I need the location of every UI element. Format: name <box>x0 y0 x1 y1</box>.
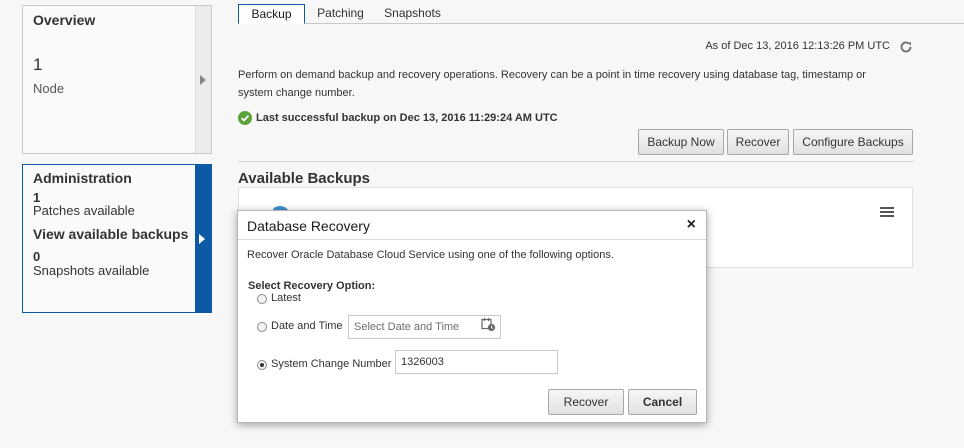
chevron-right-icon <box>199 233 205 244</box>
database-recovery-dialog: Database Recovery × Recover Oracle Datab… <box>237 210 707 423</box>
chevron-right-icon <box>200 74 206 85</box>
tab-backup[interactable]: Backup <box>238 4 305 24</box>
radio-date-time-label[interactable]: Date and Time <box>271 320 343 332</box>
radio-scn-label[interactable]: System Change Number <box>271 358 391 370</box>
recover-button[interactable]: Recover <box>548 389 624 415</box>
calendar-clock-icon[interactable] <box>481 317 496 332</box>
overview-expand-strip[interactable] <box>195 6 211 153</box>
radio-scn[interactable] <box>257 360 267 370</box>
dialog-title: Database Recovery <box>247 218 370 234</box>
backup-description: Perform on demand backup and recovery op… <box>238 69 866 99</box>
dialog-header: Database Recovery × <box>238 211 706 240</box>
recover-action-button[interactable]: Recover <box>727 129 789 155</box>
check-circle-icon <box>238 111 252 125</box>
dialog-intro: Recover Oracle Database Cloud Service us… <box>247 249 614 261</box>
overview-title: Overview <box>33 12 96 28</box>
refresh-icon[interactable] <box>899 40 913 54</box>
section-divider <box>238 161 913 162</box>
backup-now-button[interactable]: Backup Now <box>638 129 724 155</box>
last-backup-text: Last successful backup on Dec 13, 2016 1… <box>256 111 558 124</box>
tab-snapshots[interactable]: Snapshots <box>381 4 444 24</box>
administration-panel[interactable]: Administration 1 Patches available View … <box>22 164 212 313</box>
as-of-timestamp: As of Dec 13, 2016 12:13:26 PM UTC <box>705 40 890 52</box>
snapshots-label: Snapshots available <box>33 263 150 278</box>
node-label: Node <box>33 81 65 96</box>
tab-bar: Backup Patching Snapshots <box>238 4 964 24</box>
scn-input[interactable]: 1326003 <box>395 350 558 374</box>
administration-expand-strip[interactable] <box>195 165 211 312</box>
node-count: 1 <box>33 55 43 74</box>
last-backup-status: Last successful backup on Dec 13, 2016 1… <box>238 111 558 125</box>
configure-backups-button[interactable]: Configure Backups <box>793 129 913 155</box>
radio-latest-label[interactable]: Latest <box>271 292 301 304</box>
close-icon[interactable]: × <box>687 217 696 233</box>
available-backups-title: Available Backups <box>238 170 371 187</box>
cancel-button[interactable]: Cancel <box>628 389 697 415</box>
menu-icon[interactable] <box>880 207 894 219</box>
overview-panel[interactable]: Overview 1 Node <box>22 5 212 154</box>
radio-latest[interactable] <box>257 294 267 304</box>
recovery-option-label: Select Recovery Option: <box>248 280 376 292</box>
snapshots-count: 0 <box>33 249 41 264</box>
view-backups-link[interactable]: View available backups <box>33 226 188 242</box>
administration-title: Administration <box>33 170 132 186</box>
patches-label: Patches available <box>33 203 135 218</box>
date-time-input[interactable]: Select Date and Time <box>348 315 501 339</box>
radio-date-time[interactable] <box>257 322 267 332</box>
tab-patching[interactable]: Patching <box>312 4 369 24</box>
